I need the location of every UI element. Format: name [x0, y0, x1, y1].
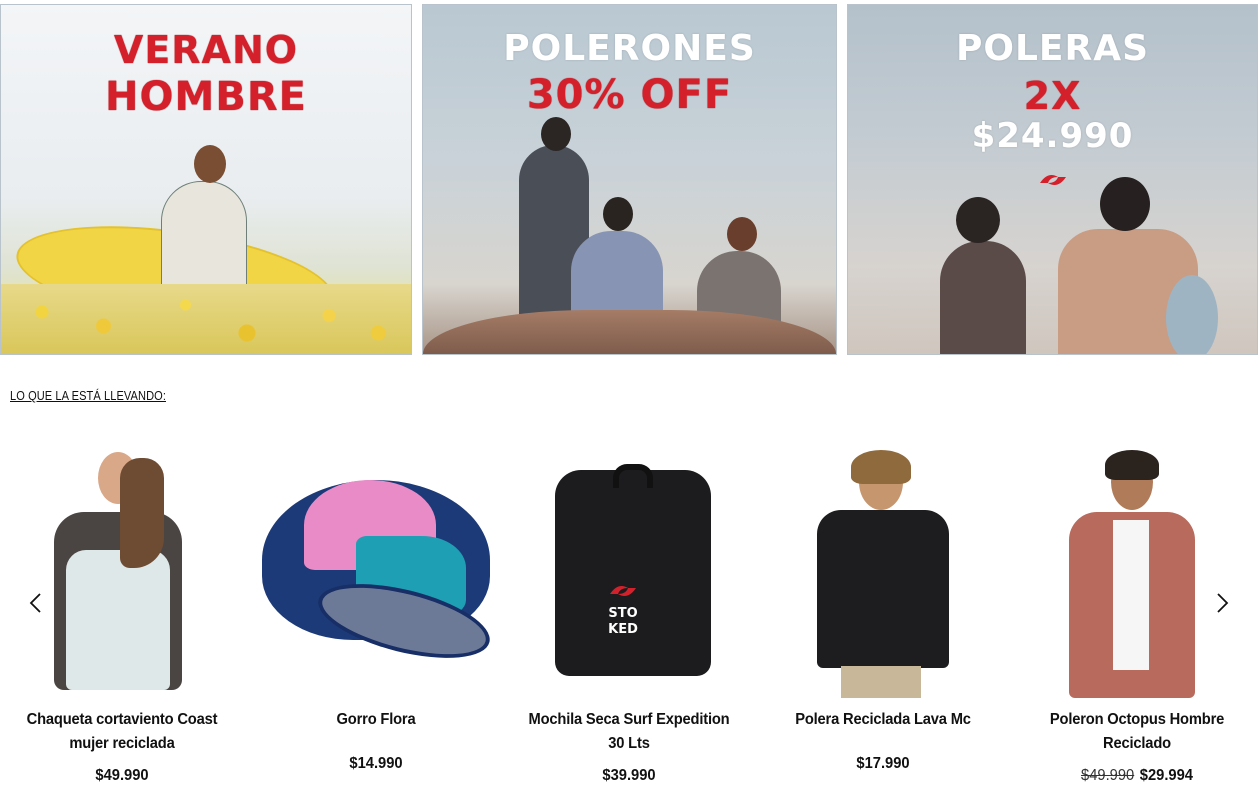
banner-title-line1: POLERAS — [955, 28, 1150, 69]
price-value: $29.994 — [1139, 767, 1193, 784]
promo-banners: VERANO HOMBRE POLERONES 30% OFF POLERAS … — [0, 4, 1258, 355]
banner-title-line2: 30% OFF — [526, 72, 733, 118]
product-name[interactable]: Gorro Flora — [266, 708, 487, 732]
price-value: $14.990 — [349, 755, 403, 772]
product-name[interactable]: Mochila Seca Surf Expedition 30 Lts — [519, 708, 740, 756]
product-price: $14.990 — [266, 752, 487, 776]
woman-tee-image — [940, 241, 1026, 354]
brand-logo-icon — [1036, 169, 1070, 191]
product-name[interactable]: Polera Reciclada Lava Mc — [773, 708, 994, 732]
price-value: $49.990 — [95, 767, 149, 784]
product-image-tshirt[interactable] — [763, 440, 1003, 698]
product-card[interactable]: Chaqueta cortaviento Coast mujer recicla… — [2, 440, 242, 785]
stoked-logo-icon — [605, 580, 641, 602]
product-price: $17.990 — [773, 752, 994, 776]
product-price: $49.990 — [12, 764, 233, 785]
product-card[interactable]: Gorro Flora $14.990 — [256, 440, 497, 776]
product-name[interactable]: Poleron Octopus Hombre Reciclado — [1027, 708, 1248, 756]
product-image-hoodie[interactable] — [1017, 440, 1257, 698]
woman-head-image — [541, 117, 571, 151]
product-carousel: Chaqueta cortaviento Coast mujer recicla… — [0, 440, 1258, 785]
woman2-head-image — [956, 197, 1000, 243]
banner-polerones[interactable]: POLERONES 30% OFF — [422, 4, 837, 355]
banner-title-line2: 2X — [1023, 74, 1082, 118]
carousel-next-button[interactable] — [1210, 590, 1236, 616]
product-name[interactable]: Chaqueta cortaviento Coast mujer recicla… — [12, 708, 233, 756]
boy2-head-image — [727, 217, 757, 251]
surfboard-blue-image — [1166, 275, 1218, 354]
price-value: $39.990 — [602, 767, 656, 784]
banner-title-line1: VERANO — [113, 28, 299, 72]
product-image-jacket[interactable] — [2, 440, 242, 698]
section-title[interactable]: LO QUE LA ESTÁ LLEVANDO: — [10, 388, 166, 403]
product-image-cap[interactable] — [256, 440, 497, 698]
product-price: $49.990 $29.994 — [1027, 764, 1248, 785]
banner-verano-hombre[interactable]: VERANO HOMBRE — [0, 4, 412, 355]
banner-poleras[interactable]: POLERAS 2X $24.990 — [847, 4, 1258, 355]
banner-title-line3: $24.990 — [971, 116, 1134, 156]
product-card[interactable]: Polera Reciclada Lava Mc $17.990 — [763, 440, 1003, 776]
old-price: $49.990 — [1081, 767, 1135, 784]
man-head-image — [194, 145, 226, 183]
banner-title-line2: HOMBRE — [105, 74, 307, 120]
product-image-backpack[interactable]: STO KED — [509, 440, 749, 698]
chevron-right-icon — [1217, 593, 1229, 613]
man2-head-image — [1100, 177, 1150, 231]
banner-title-line1: POLERONES — [503, 28, 756, 69]
boy-head-image — [603, 197, 633, 231]
price-value: $17.990 — [856, 755, 910, 772]
product-price: $39.990 — [519, 764, 740, 785]
product-card[interactable]: STO KED Mochila Seca Surf Expedition 30 L… — [509, 440, 749, 785]
yellow-flowers-image — [1, 284, 411, 354]
